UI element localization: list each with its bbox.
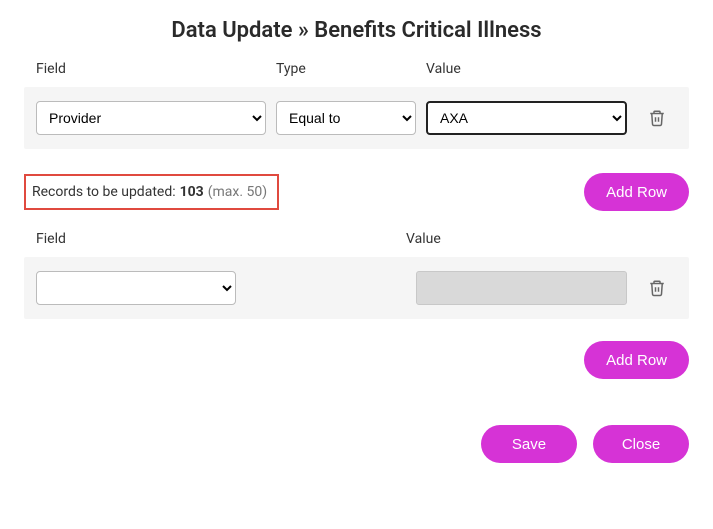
filter-field-select[interactable]: Provider <box>36 101 266 135</box>
trash-icon[interactable] <box>637 278 677 298</box>
records-label: Records to be updated: <box>32 184 176 200</box>
filter-row: Provider Equal to AXA <box>24 87 689 149</box>
update-row <box>24 257 689 319</box>
filter-header-type: Type <box>276 61 416 77</box>
update-headers: Field Value <box>24 231 689 247</box>
close-button[interactable]: Close <box>593 425 689 463</box>
update-header-field: Field <box>36 231 396 247</box>
update-value-field <box>416 271 627 305</box>
save-button[interactable]: Save <box>481 425 577 463</box>
records-count: 103 <box>180 184 204 200</box>
filter-header-value: Value <box>426 61 627 77</box>
update-header-value: Value <box>406 231 627 247</box>
records-status: Records to be updated: 103 (max. 50) <box>24 174 279 210</box>
filter-value-select[interactable]: AXA <box>426 101 627 135</box>
filter-type-select[interactable]: Equal to <box>276 101 416 135</box>
page-title: Data Update » Benefits Critical Illness <box>24 18 689 43</box>
add-row-button[interactable]: Add Row <box>584 173 689 211</box>
filter-headers: Field Type Value <box>24 61 689 77</box>
trash-icon[interactable] <box>637 108 677 128</box>
add-row-button[interactable]: Add Row <box>584 341 689 379</box>
update-field-select[interactable] <box>36 271 236 305</box>
filter-header-field: Field <box>36 61 266 77</box>
records-max: (max. 50) <box>208 184 267 200</box>
